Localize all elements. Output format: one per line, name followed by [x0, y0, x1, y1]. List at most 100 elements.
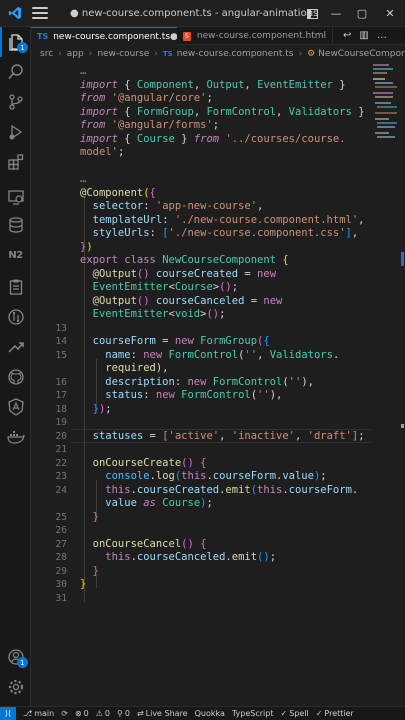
menu-hamburger-icon[interactable] — [32, 7, 48, 19]
line-number: 18 — [55, 403, 67, 415]
breadcrumb-new-course[interactable]: new-course — [97, 49, 149, 59]
code-line: import { Component, Output, EventEmitter… — [80, 79, 346, 93]
branch-status-label: main — [34, 709, 55, 718]
line-number — [31, 106, 67, 120]
code-token: courseForm — [288, 483, 352, 496]
line-number: 30 — [55, 579, 67, 590]
breadcrumb-src[interactable]: src — [40, 49, 53, 59]
breadcrumb-separator-icon: › — [154, 48, 158, 59]
clipboard-icon[interactable] — [0, 272, 31, 302]
tab-new-course-component-ts[interactable]: TS new-course.component.ts ● — [31, 27, 177, 45]
github-icon[interactable] — [0, 362, 31, 392]
code-token: Validators — [269, 348, 333, 361]
code-line: @Output() courseCanceled = new — [80, 294, 283, 309]
code-token: log — [155, 470, 175, 482]
code-line: }); — [80, 403, 112, 417]
code-token: . — [332, 348, 340, 361]
line-number — [31, 295, 67, 309]
liveshare-status-icon: ⇄ — [136, 709, 144, 718]
prettier-status[interactable]: ✓ Prettier — [316, 709, 354, 718]
code-token: () — [181, 456, 194, 469]
code-token: ; — [320, 470, 327, 482]
code-token: console — [80, 470, 150, 482]
liveshare-icon[interactable] — [0, 332, 31, 362]
code-token: () — [206, 308, 220, 320]
code-token: courseCreated — [136, 483, 220, 496]
title-bar: ● new-course.component.ts - angular-anim… — [0, 0, 405, 27]
ports-status[interactable]: ⚲ 0 — [117, 709, 130, 718]
code-token: courseForm — [212, 470, 277, 482]
tab-label: new-course.component.html — [196, 31, 326, 41]
line-number: 13 — [55, 322, 67, 334]
quokka-status-label: Quokka — [194, 709, 225, 718]
liveshare-status[interactable]: ⇄ Live Share — [137, 709, 188, 718]
code-token: ), — [155, 362, 169, 374]
database-icon[interactable] — [0, 210, 31, 240]
code-token: description — [80, 375, 175, 388]
code-token: . — [351, 483, 359, 496]
nx-console-icon[interactable]: N2 — [0, 240, 31, 270]
sync-status[interactable]: ⟳ — [61, 709, 68, 718]
go-back-icon[interactable]: ↩ — [343, 30, 351, 41]
minimap[interactable] — [371, 62, 401, 182]
warnings-status-label: 0 — [104, 709, 110, 718]
code-token: () — [136, 267, 150, 280]
accounts-icon[interactable]: 1 — [0, 642, 31, 672]
branch-status[interactable]: ⎇ main — [23, 709, 54, 718]
maximize-icon[interactable]: ▢ — [350, 0, 374, 27]
code-editor[interactable]: 13 14 15 16 17 18 19 20 21 22 23 24 25 26 27 28 29 30 31 …… — [31, 62, 405, 706]
line-number — [31, 133, 67, 147]
angular-icon[interactable] — [0, 392, 31, 422]
code-token: Validators — [288, 105, 352, 118]
remote-explorer-icon[interactable] — [0, 182, 31, 212]
code-token: onCourseCreate — [80, 456, 182, 469]
typescript-status[interactable]: TypeScript — [232, 709, 274, 718]
line-number — [31, 497, 67, 511]
layout-toggle-icon[interactable] — [300, 0, 324, 27]
split-editor-icon[interactable]: ▥ — [359, 30, 368, 41]
breadcrumb-file[interactable]: new-course.component.ts — [177, 49, 294, 59]
errors-status[interactable]: ⊗ 0 — [75, 709, 89, 718]
extensions-icon[interactable] — [0, 147, 31, 177]
warnings-status[interactable]: ⚠ 0 — [96, 709, 110, 718]
breadcrumb-symbol[interactable]: NewCourseComponent — [318, 49, 405, 59]
code-token: from — [80, 119, 106, 131]
pull-request-icon[interactable] — [0, 302, 31, 332]
code-token: emit — [231, 551, 258, 563]
explorer-badge: 1 — [17, 42, 28, 53]
typescript-status-label: TypeScript — [231, 709, 274, 718]
code-token: new — [155, 389, 175, 401]
code-line: model'; — [80, 146, 124, 160]
code-token: '@angular/core' — [111, 92, 207, 104]
explorer-icon[interactable]: 1 — [0, 27, 31, 57]
source-control-icon[interactable] — [0, 87, 31, 117]
more-actions-icon[interactable]: … — [377, 30, 387, 41]
code-token: FormControl — [206, 105, 277, 118]
spell-status[interactable]: ✓ Spell — [280, 709, 308, 718]
activity-bar: 1 N2 1 — [0, 27, 31, 706]
remote-indicator-icon[interactable]: ⟩⟨ — [0, 707, 16, 720]
breadcrumb-separator-icon: › — [58, 48, 62, 59]
breadcrumb-app[interactable]: app — [67, 49, 84, 59]
code-line: console.log(this.courseForm.value); — [80, 470, 327, 484]
code-token: from — [80, 92, 106, 104]
manage-gear-icon[interactable] — [0, 672, 31, 702]
tab-new-course-component-html[interactable]: 5 new-course.component.html — [177, 27, 333, 45]
quokka-status[interactable]: Quokka — [195, 709, 225, 718]
code-token: @Output — [80, 267, 137, 280]
run-debug-icon[interactable] — [0, 117, 31, 147]
line-number: 21 — [55, 444, 67, 455]
line-number: 22 — [55, 457, 67, 469]
code-token: required — [80, 362, 156, 374]
minimize-icon[interactable]: — — [324, 0, 348, 27]
search-icon[interactable] — [0, 57, 31, 87]
close-icon[interactable]: ✕ — [378, 0, 402, 27]
code-line: } — [80, 511, 99, 525]
modified-dot-icon[interactable]: ● — [170, 32, 177, 42]
code-token: = — [244, 294, 264, 307]
code-line: name: new FormControl('', Validators. — [80, 349, 339, 363]
docker-icon[interactable] — [0, 422, 31, 452]
line-number — [31, 146, 67, 160]
code-token: , — [219, 429, 232, 442]
code-token: 'app-new-course' — [155, 200, 258, 212]
